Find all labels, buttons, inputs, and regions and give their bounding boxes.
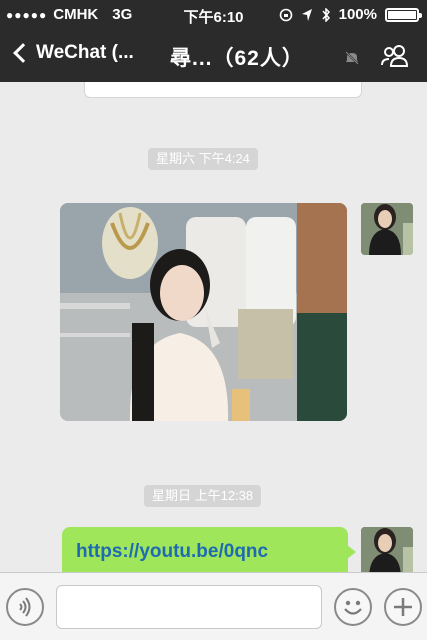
link-message[interactable]: https://youtu.be/0qnc <box>62 527 356 572</box>
avatar[interactable] <box>361 527 413 572</box>
location-icon <box>301 8 312 21</box>
image-message[interactable] <box>60 203 347 421</box>
bluetooth-icon <box>322 7 330 22</box>
chat-area[interactable]: 星期六 下午4:24 星期日 上午12:38 https://youtu.be/… <box>0 82 427 572</box>
nav-bar: WeChat (... 尋...（62人） <box>0 30 427 82</box>
battery-percent: 100% <box>338 6 377 23</box>
rotation-lock-icon <box>279 8 292 21</box>
mute-icon <box>345 51 359 65</box>
voice-icon <box>19 597 31 617</box>
status-bar: ●●●●● CMHK 3G 下午6:10 100% <box>0 0 427 30</box>
status-right: 100% <box>279 6 422 23</box>
emoji-icon <box>344 600 362 615</box>
timestamp: 星期日 上午12:38 <box>144 485 262 507</box>
avatar-image <box>361 203 413 255</box>
plus-icon <box>394 598 412 616</box>
emoji-button[interactable] <box>334 588 372 626</box>
avatar[interactable] <box>361 203 413 255</box>
back-label: WeChat (... <box>36 42 134 63</box>
back-button[interactable]: WeChat (... <box>10 42 134 64</box>
previous-message-bubble[interactable] <box>84 82 362 98</box>
input-bar <box>0 572 427 640</box>
photo-content <box>60 203 347 421</box>
chat-title: 尋...（62人） <box>170 47 304 70</box>
battery-icon <box>385 7 422 22</box>
battery-fill <box>388 10 416 19</box>
avatar-image <box>361 527 413 572</box>
timestamp: 星期六 下午4:24 <box>148 148 258 170</box>
voice-button[interactable] <box>6 588 44 626</box>
message-input[interactable] <box>56 585 322 629</box>
group-members-icon[interactable] <box>380 44 410 68</box>
plus-button[interactable] <box>384 588 422 626</box>
chevron-left-icon <box>13 43 33 63</box>
link-text[interactable]: https://youtu.be/0qnc <box>76 541 268 562</box>
